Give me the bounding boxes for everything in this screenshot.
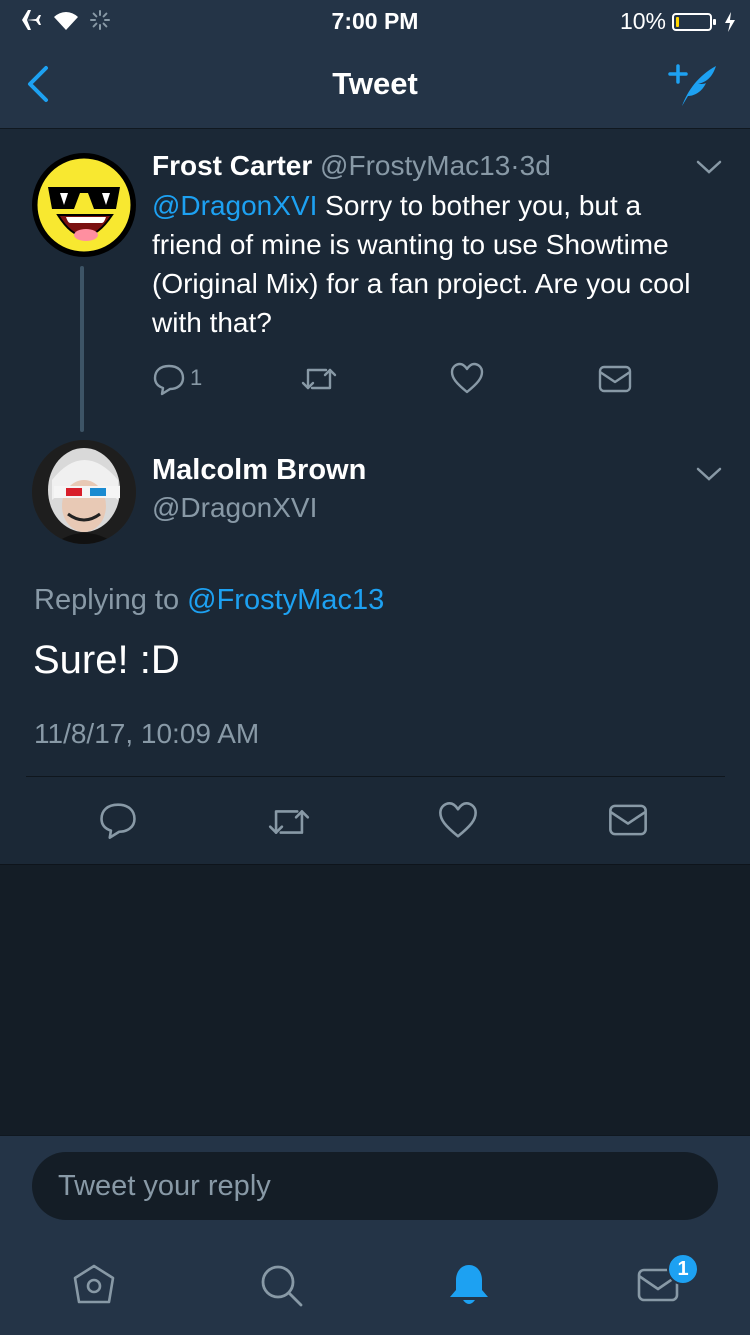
main-author-handle[interactable]: @DragonXVI (152, 492, 317, 524)
envelope-icon (609, 804, 647, 836)
page-title: Tweet (332, 66, 418, 101)
bell-icon (450, 1265, 488, 1304)
replying-prefix: Replying to (34, 584, 188, 616)
sunglasses-emoji-avatar (34, 155, 134, 255)
reply-icon (153, 364, 185, 396)
character-portrait-avatar (32, 440, 136, 544)
status-bar: 7:00 PM 10% (0, 0, 750, 40)
parent-tweet-age: 3d (519, 150, 551, 181)
main-tweet-menu-button[interactable] (695, 465, 723, 483)
parent-author-name[interactable]: Frost Carter (152, 150, 312, 181)
parent-reply-count: 1 (190, 365, 203, 390)
parent-author-handle[interactable]: @FrostyMac13 (320, 150, 510, 181)
main-retweet-button[interactable] (266, 802, 312, 842)
parent-tweet-mention[interactable]: @DragonXVI (152, 190, 317, 221)
messages-badge: 1 (667, 1253, 699, 1285)
main-like-button[interactable] (438, 801, 478, 841)
reply-input[interactable] (32, 1152, 718, 1220)
main-reply-button[interactable] (98, 800, 140, 842)
battery-icon (672, 12, 716, 31)
avatar-malcolm-brown[interactable] (32, 440, 136, 544)
main-tweet-timestamp: 11/8/17, 10:09 AM (34, 718, 260, 749)
heart-icon (450, 362, 484, 394)
parent-reply-button[interactable]: 1 (152, 362, 212, 396)
parent-tweet-header: Frost Carter @FrostyMac13·3d (152, 150, 551, 182)
retweet-icon (301, 368, 337, 390)
parent-tweet-menu-button[interactable] (695, 158, 723, 176)
heart-icon (439, 802, 477, 838)
tab-search[interactable] (258, 1262, 304, 1308)
battery-percent: 10% (619, 8, 666, 34)
parent-retweet-button[interactable] (300, 362, 340, 396)
divider (26, 776, 725, 777)
battery-level (676, 16, 679, 27)
main-tweet-text: Sure! :D (33, 638, 180, 682)
tab-home[interactable] (71, 1262, 117, 1308)
top-bar: 7:00 PM 10% Tweet (0, 0, 750, 129)
tab-notifications[interactable] (446, 1262, 492, 1308)
chevron-down-icon (696, 160, 722, 174)
charging-bolt-icon (724, 11, 736, 32)
thread-connector (80, 266, 84, 432)
chevron-down-icon (696, 467, 722, 481)
parent-dm-button[interactable] (598, 364, 634, 398)
search-icon (261, 1265, 303, 1307)
compose-tweet-icon (668, 64, 716, 106)
parent-tweet-text: @DragonXVI Sorry to bother you, but a fr… (152, 186, 712, 342)
parent-like-button[interactable] (450, 362, 486, 396)
envelope-icon (598, 365, 632, 393)
header-separator: · (510, 150, 520, 181)
compose-tweet-button[interactable] (668, 60, 720, 112)
main-dm-button[interactable] (608, 802, 648, 838)
replying-to-handle[interactable]: @FrostyMac13 (187, 584, 384, 616)
reply-icon (100, 803, 136, 839)
status-right: 10% (620, 8, 736, 35)
replying-to-line: Replying to @FrostyMac13 (34, 584, 384, 617)
main-author-name[interactable]: Malcolm Brown (152, 454, 366, 487)
avatar-frost-carter[interactable] (32, 153, 136, 257)
home-icon (73, 1264, 115, 1304)
retweet-icon (268, 810, 310, 834)
